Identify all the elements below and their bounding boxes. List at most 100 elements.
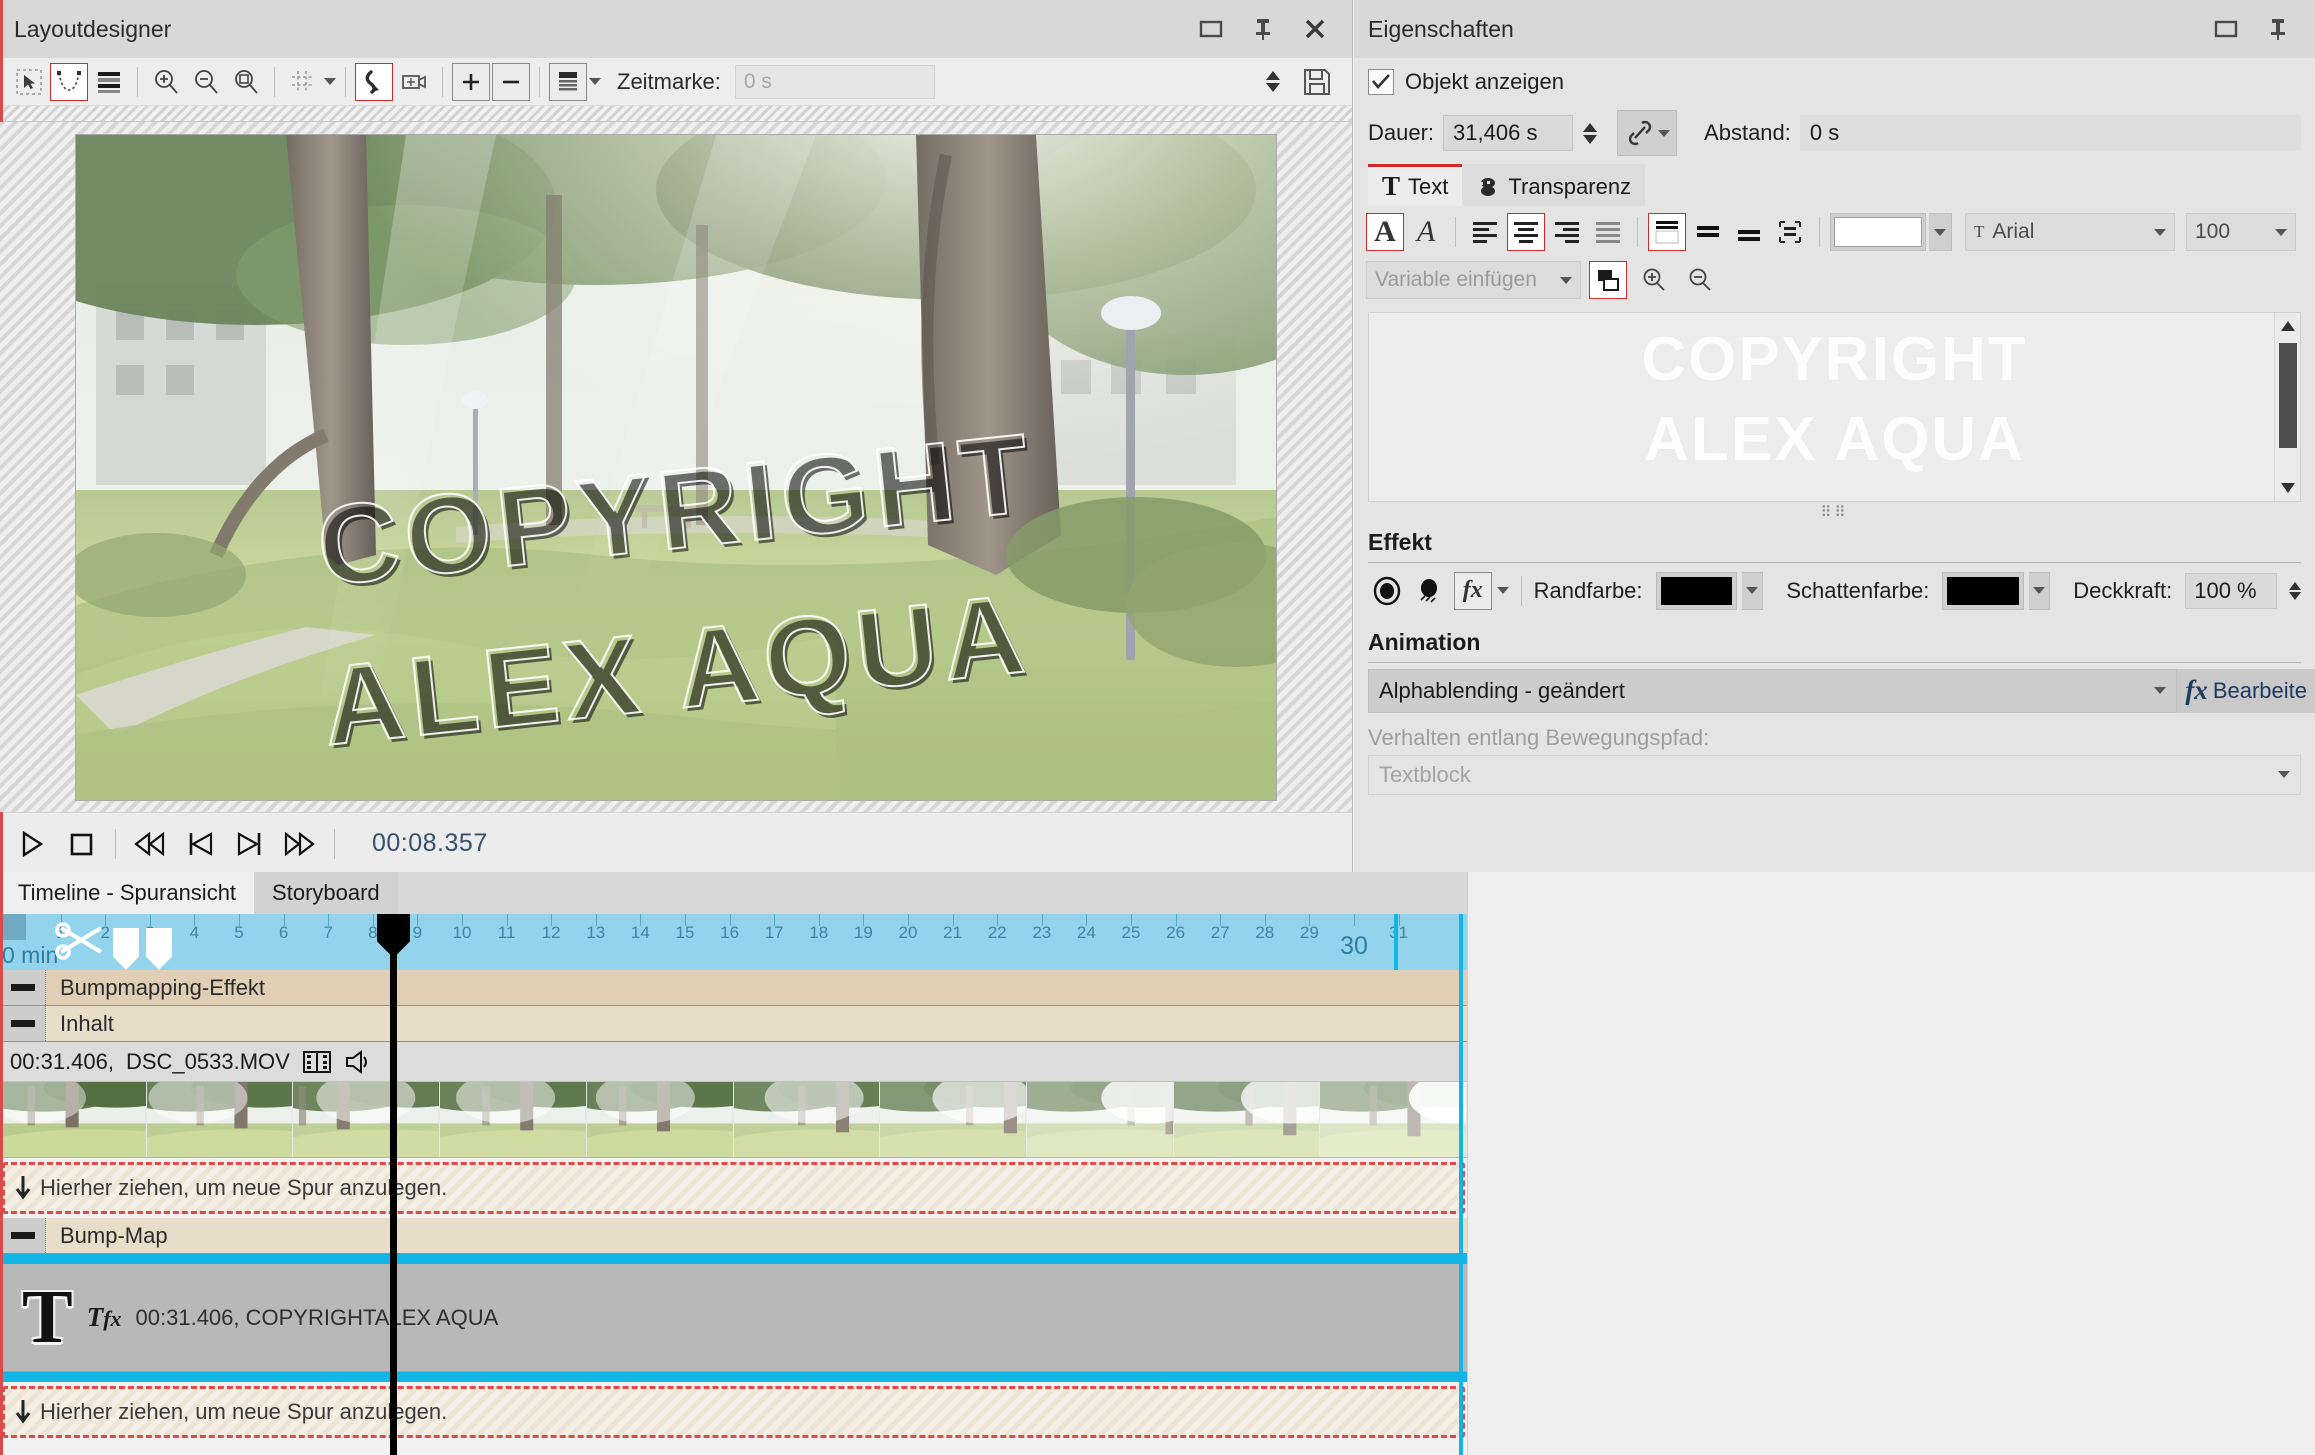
- align-justify-icon[interactable]: [1589, 213, 1627, 251]
- zoom-in-icon[interactable]: [1635, 261, 1673, 299]
- preview-canvas[interactable]: COPYRIGHT ALEX AQUA: [0, 122, 1352, 812]
- resize-grip[interactable]: ⠿⠿: [1354, 502, 2315, 519]
- track-header-bump-map[interactable]: Bump-Map: [0, 1218, 1467, 1254]
- fx-style-icon[interactable]: fx: [1454, 572, 1492, 610]
- timeline-ruler[interactable]: 1234567891011121314151617181920212223242…: [0, 914, 1467, 970]
- zoom-out-icon[interactable]: [187, 63, 225, 101]
- align-left-icon[interactable]: [1466, 213, 1504, 251]
- deckkraft-stepper[interactable]: [2289, 582, 2301, 600]
- motion-path-select[interactable]: Textblock: [1368, 755, 2301, 795]
- video-clip-header[interactable]: 00:31.406, DSC_0533.MOV: [0, 1042, 1467, 1082]
- save-icon[interactable]: [1298, 63, 1336, 101]
- restore-icon[interactable]: [1198, 16, 1224, 42]
- previous-frame-button[interactable]: [177, 822, 223, 866]
- timescale-dropdown[interactable]: [589, 78, 601, 85]
- select-objects-icon[interactable]: [10, 63, 48, 101]
- animation-select[interactable]: Alphablending - geändert: [1368, 669, 2177, 713]
- play-button[interactable]: [8, 822, 54, 866]
- new-track-dropzone-lower[interactable]: Hierher ziehen, um neue Spur anzulegen.: [2, 1386, 1465, 1438]
- fast-forward-button[interactable]: [277, 822, 323, 866]
- animation-edit-button[interactable]: fx Bearbeite: [2177, 669, 2315, 713]
- link-chain-icon[interactable]: [1617, 110, 1677, 156]
- scrollbar-thumb[interactable]: [2279, 343, 2297, 448]
- tab-transparenz[interactable]: Transparenz: [1462, 164, 1645, 206]
- schattenfarbe-color-button[interactable]: [1942, 572, 2024, 610]
- font-size-select[interactable]: 100: [2186, 213, 2296, 251]
- show-object-row[interactable]: Objekt anzeigen: [1354, 58, 2315, 106]
- zoom-fit-icon[interactable]: [227, 63, 265, 101]
- deckkraft-input[interactable]: 100 %: [2185, 573, 2277, 609]
- tab-timeline-spuransicht[interactable]: Timeline - Spuransicht: [0, 872, 254, 914]
- zeitmarke-value: 0 s: [744, 70, 772, 94]
- duration-stepper[interactable]: [1583, 123, 1597, 144]
- scissors-icon[interactable]: [55, 920, 117, 970]
- stop-button[interactable]: [58, 822, 104, 866]
- track-header-inhalt[interactable]: Inhalt: [0, 1006, 1467, 1042]
- randfarbe-color-button[interactable]: [1656, 572, 1738, 610]
- grid-dropdown[interactable]: [324, 78, 336, 85]
- layers-icon[interactable]: [90, 63, 128, 101]
- effect-style-dropdown[interactable]: [1497, 587, 1509, 594]
- font-family-select[interactable]: T Arial: [1965, 213, 2175, 251]
- remove-marker-icon[interactable]: [492, 63, 530, 101]
- shadow-style-icon[interactable]: [1411, 572, 1449, 610]
- tab-text[interactable]: T Text: [1368, 164, 1462, 206]
- properties-tabs: T Text Transparenz: [1354, 164, 2315, 206]
- speaker-icon[interactable]: [344, 1049, 372, 1075]
- text-clip[interactable]: T Tfx 00:31.406, COPYRIGHTALEX AQUA: [0, 1264, 1467, 1372]
- video-preview-frame[interactable]: COPYRIGHT ALEX AQUA: [76, 135, 1276, 800]
- video-filmstrip[interactable]: [0, 1082, 1467, 1158]
- timescale-icon[interactable]: [549, 63, 587, 101]
- collapse-toggle-bump-map[interactable]: [0, 1218, 46, 1253]
- zeitmarke-stepper[interactable]: [1266, 71, 1280, 92]
- schattenfarbe-dropdown[interactable]: [2029, 572, 2050, 610]
- text-color-dropdown[interactable]: [1929, 213, 1952, 251]
- align-right-icon[interactable]: [1548, 213, 1586, 251]
- tab-storyboard[interactable]: Storyboard: [254, 872, 398, 914]
- grid-icon[interactable]: [284, 63, 322, 101]
- bold-button[interactable]: A: [1366, 213, 1404, 251]
- text-editor-area[interactable]: COPYRIGHT ALEX AQUA: [1368, 312, 2301, 502]
- align-center-icon[interactable]: [1507, 213, 1545, 251]
- collapse-toggle-bumpmapping[interactable]: [0, 970, 46, 1005]
- duration-input[interactable]: 31,406 s: [1443, 115, 1573, 151]
- randfarbe-dropdown[interactable]: [1742, 572, 1763, 610]
- outline-toggle-icon[interactable]: [1589, 261, 1627, 299]
- track-header-bumpmapping[interactable]: Bumpmapping-Effekt: [0, 970, 1467, 1006]
- film-strip-icon[interactable]: [302, 1049, 332, 1075]
- camera-pan-icon[interactable]: [395, 63, 433, 101]
- scroll-down-icon[interactable]: [2275, 475, 2301, 501]
- text-editor-scrollbar[interactable]: [2274, 313, 2300, 501]
- fit-text-icon[interactable]: [1771, 213, 1809, 251]
- close-icon[interactable]: [1302, 16, 1328, 42]
- valign-bottom-icon[interactable]: [1730, 213, 1768, 251]
- video-editor-window: Layoutdesigner: [0, 0, 2315, 1455]
- pin-icon[interactable]: [2265, 16, 2291, 42]
- add-marker-icon[interactable]: [452, 63, 490, 101]
- collapse-toggle-inhalt[interactable]: [0, 1006, 46, 1041]
- trim-marker-right[interactable]: [146, 928, 172, 970]
- next-frame-button[interactable]: [227, 822, 273, 866]
- valign-top-icon[interactable]: [1648, 213, 1686, 251]
- insert-variable-select[interactable]: Variable einfügen: [1366, 261, 1581, 299]
- text-line-1: COPYRIGHT: [1369, 327, 2300, 393]
- panel-hatch-divider: [0, 106, 1352, 122]
- rewind-button[interactable]: [127, 822, 173, 866]
- playhead[interactable]: [390, 914, 397, 1455]
- restore-icon[interactable]: [2213, 16, 2239, 42]
- text-color-button[interactable]: [1830, 213, 1926, 251]
- abstand-input[interactable]: 0 s: [1800, 115, 2301, 151]
- scroll-up-icon[interactable]: [2275, 313, 2301, 339]
- new-track-dropzone-upper[interactable]: Hierher ziehen, um neue Spur anzulegen.: [2, 1162, 1465, 1214]
- outline-style-icon[interactable]: [1368, 572, 1406, 610]
- zoom-in-icon[interactable]: [147, 63, 185, 101]
- zoom-out-icon[interactable]: [1681, 261, 1719, 299]
- show-object-checkbox[interactable]: [1368, 69, 1394, 95]
- curve-path-icon[interactable]: [355, 63, 393, 101]
- italic-button[interactable]: A: [1407, 213, 1445, 251]
- pin-icon[interactable]: [1250, 16, 1276, 42]
- valign-middle-icon[interactable]: [1689, 213, 1727, 251]
- zeitmarke-input[interactable]: 0 s: [735, 65, 935, 99]
- motion-path-icon[interactable]: [50, 63, 88, 101]
- tfx-icon: Tfx: [87, 1302, 122, 1333]
